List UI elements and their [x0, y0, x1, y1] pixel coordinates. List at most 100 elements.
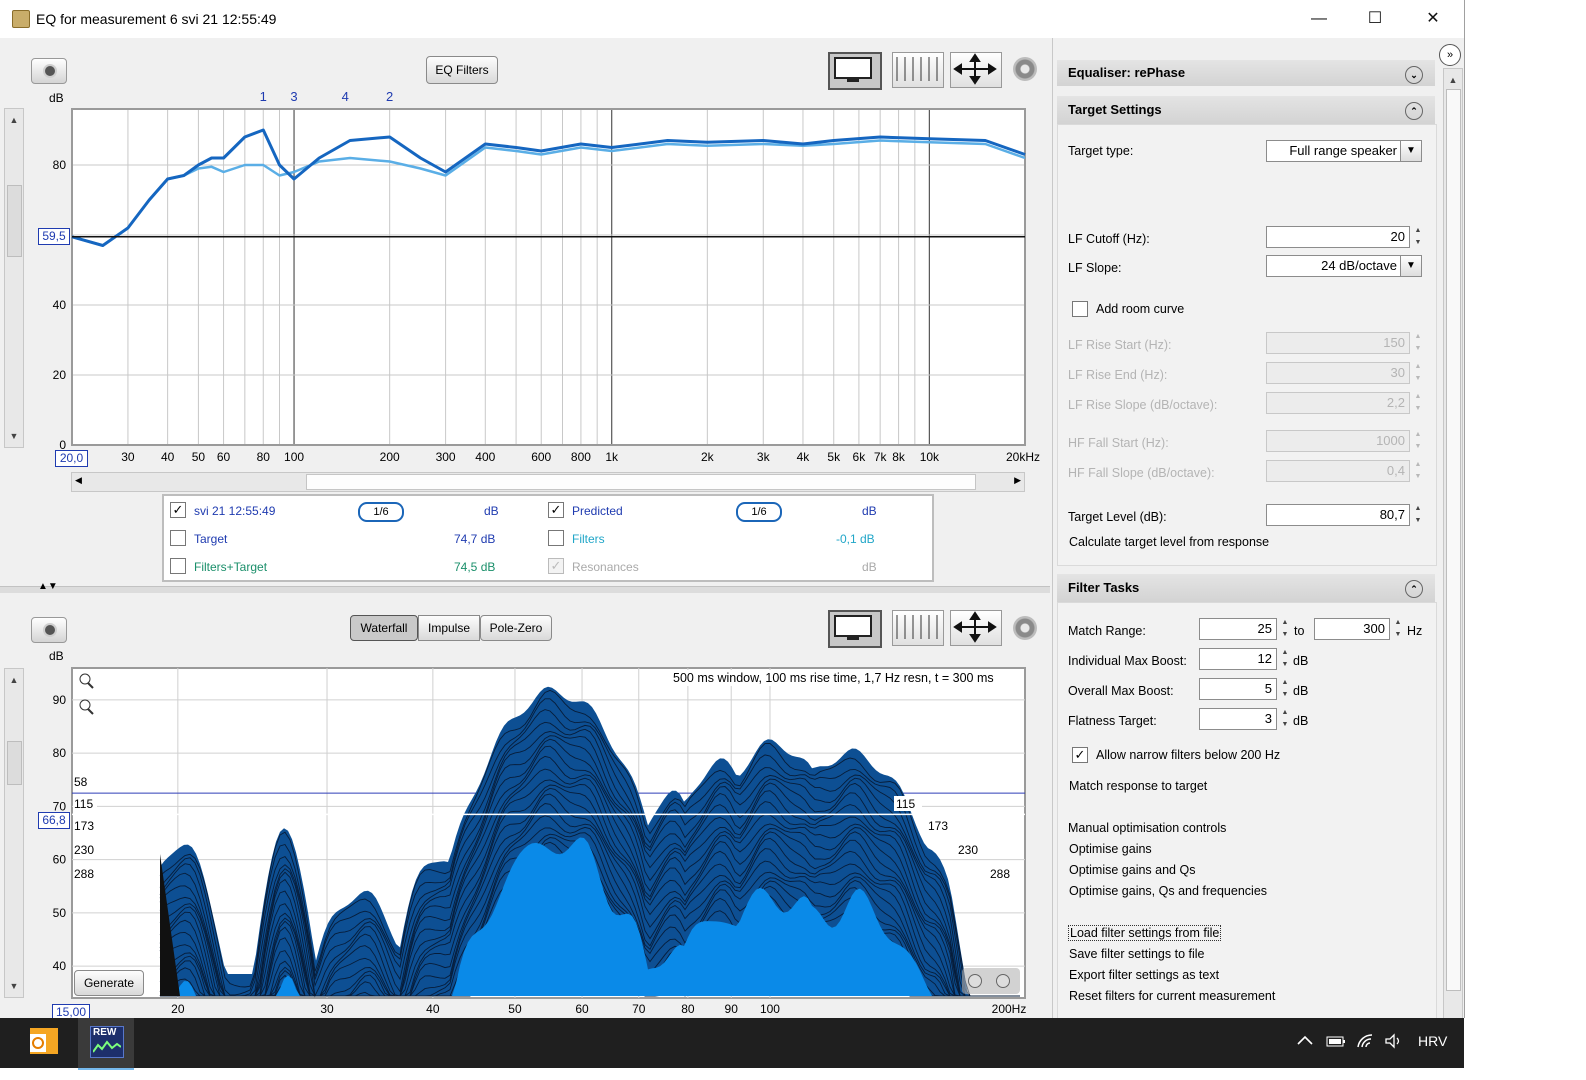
scroll-up-icon[interactable]: ▲: [1444, 71, 1462, 89]
gear-icon[interactable]: [1013, 57, 1037, 81]
tab-waterfall[interactable]: Waterfall: [350, 615, 418, 641]
pane-splitter[interactable]: [0, 586, 1050, 593]
measurement-smoothing-button[interactable]: 1/6: [358, 502, 404, 522]
dropdown-arrow-icon[interactable]: ▼: [1400, 141, 1421, 161]
zoom-fit-button-bottom[interactable]: [950, 610, 1002, 646]
zoom-out-icon[interactable]: [77, 698, 95, 716]
camera-icon[interactable]: [31, 58, 67, 84]
waterfall-zoom-controls[interactable]: [962, 968, 1020, 994]
rew-taskbar-button[interactable]: REW: [78, 1018, 134, 1070]
zoom-minus-icon[interactable]: [968, 974, 982, 988]
waterfall-y-unit: dB: [49, 649, 64, 663]
save-filter-settings-link[interactable]: Save filter settings to file: [1069, 947, 1204, 961]
scroll-down-icon[interactable]: ▼: [5, 977, 23, 995]
waterfall-ref-level-box[interactable]: 66,8: [38, 812, 70, 829]
top-hscroll[interactable]: ◀ ▶: [71, 472, 1025, 492]
match-response-link[interactable]: Match response to target: [1069, 779, 1207, 793]
panel-collapse-icon[interactable]: »: [1439, 44, 1461, 66]
gear-icon-bottom[interactable]: [1013, 616, 1037, 640]
scroll-thumb[interactable]: [1446, 89, 1461, 991]
individual-max-boost-label: Individual Max Boost:: [1068, 654, 1187, 668]
filter-tasks-header[interactable]: Filter Tasks ⌃: [1057, 574, 1435, 602]
top-ref-level-box[interactable]: 59,5: [38, 228, 70, 245]
reset-filters-link[interactable]: Reset filters for current measurement: [1069, 989, 1275, 1003]
match-range-from-spinner-icon[interactable]: ▲ ▼: [1279, 617, 1291, 641]
match-range-to-spinner-icon[interactable]: ▲ ▼: [1392, 617, 1404, 641]
tab-pole-zero[interactable]: Pole-Zero: [480, 615, 552, 641]
wf-right-tag: 115: [896, 797, 915, 811]
generate-button[interactable]: Generate: [74, 970, 144, 996]
target-level-spinner-icon[interactable]: ▲ ▼: [1412, 503, 1424, 527]
scroll-down-icon[interactable]: ▼: [5, 427, 23, 445]
legend-predicted-checkbox[interactable]: ✓: [548, 502, 564, 518]
collapse-icon[interactable]: ⌃: [1405, 102, 1423, 120]
waterfall-vscroll[interactable]: ▲ ▼: [4, 668, 24, 998]
waterfall-x-start-box[interactable]: 15,00: [52, 1004, 90, 1018]
top-x-tick-label: 400: [475, 450, 495, 464]
export-filter-settings-link[interactable]: Export filter settings as text: [1069, 968, 1219, 982]
eq-filters-button[interactable]: EQ Filters: [426, 56, 498, 84]
frequency-response-graph[interactable]: dB 80 60 40 200 1 3 4 2: [30, 84, 1050, 494]
optimise-gains-qs-freqs-link[interactable]: Optimise gains, Qs and frequencies: [1069, 884, 1267, 898]
legend-measurement-checkbox[interactable]: ✓: [170, 502, 186, 518]
zoom-plus-icon[interactable]: [996, 974, 1010, 988]
waterfall-graph[interactable]: dB 90 80 70 60 50 40 58 115 173 230 288 115 173 230 2…: [30, 644, 1050, 1018]
collapse-icon[interactable]: ⌃: [1405, 580, 1423, 598]
scroll-thumb[interactable]: [7, 741, 22, 785]
target-type-select[interactable]: Full range speaker ▼: [1266, 140, 1422, 162]
equaliser-header[interactable]: Equaliser: rePhase ⌄: [1057, 60, 1435, 86]
scroll-right-icon[interactable]: ▶: [1014, 475, 1021, 486]
match-range-from-input[interactable]: 25: [1199, 618, 1277, 640]
legend-target-checkbox[interactable]: [170, 530, 186, 546]
target-level-input[interactable]: 80,7: [1266, 504, 1410, 526]
zoom-in-icon[interactable]: [77, 672, 95, 690]
camera-icon-bottom[interactable]: [31, 617, 67, 643]
lf-cutoff-input[interactable]: 20: [1266, 226, 1410, 248]
add-room-curve-checkbox[interactable]: [1072, 301, 1088, 317]
language-indicator[interactable]: HRV: [1418, 1033, 1447, 1049]
dropdown-arrow-icon[interactable]: ▼: [1400, 256, 1421, 276]
lf-cutoff-spinner-icon[interactable]: ▲ ▼: [1412, 225, 1424, 249]
load-filter-settings-link[interactable]: Load filter settings from file: [1068, 925, 1222, 941]
optimise-gains-qs-link[interactable]: Optimise gains and Qs: [1069, 863, 1195, 877]
scroll-left-icon[interactable]: ◀: [75, 475, 82, 486]
tab-impulse[interactable]: Impulse: [418, 615, 480, 641]
close-button[interactable]: ✕: [1410, 0, 1456, 38]
top-x-start-box[interactable]: 20,0: [55, 450, 88, 467]
top-graph-vscroll[interactable]: ▲ ▼: [4, 108, 24, 448]
settings-vscroll[interactable]: ▲: [1443, 68, 1463, 1018]
calculate-target-level-link[interactable]: Calculate target level from response: [1069, 535, 1269, 549]
hscroll-thumb[interactable]: [306, 474, 976, 490]
spinner-icon[interactable]: ▲ ▼: [1279, 707, 1291, 731]
legend-filters-target-checkbox[interactable]: [170, 558, 186, 574]
wifi-icon[interactable]: [1356, 1033, 1376, 1052]
outlook-app-icon[interactable]: [24, 1024, 64, 1060]
flatness-target-input[interactable]: 3: [1199, 708, 1277, 730]
legend-filters-checkbox[interactable]: [548, 530, 564, 546]
speaker-volume-icon[interactable]: [1384, 1033, 1404, 1052]
manual-optimisation-link[interactable]: Manual optimisation controls: [1068, 821, 1226, 835]
split-layout-button[interactable]: [892, 52, 944, 88]
zoom-fit-button[interactable]: [950, 52, 1002, 88]
overall-max-boost-input[interactable]: 5: [1199, 678, 1277, 700]
allow-narrow-filters-checkbox[interactable]: ✓: [1072, 747, 1088, 763]
predicted-smoothing-button[interactable]: 1/6: [736, 502, 782, 522]
split-layout-button-bottom[interactable]: [892, 610, 944, 646]
maximize-button[interactable]: ☐: [1352, 0, 1398, 38]
single-graph-layout-button-bottom[interactable]: [828, 610, 882, 648]
battery-icon[interactable]: [1325, 1033, 1347, 1052]
scroll-up-icon[interactable]: ▲: [5, 671, 23, 689]
splitter-arrows-icon[interactable]: ▲▼: [38, 582, 58, 592]
spinner-icon[interactable]: ▲ ▼: [1279, 647, 1291, 671]
spinner-icon[interactable]: ▲ ▼: [1279, 677, 1291, 701]
optimise-gains-link[interactable]: Optimise gains: [1069, 842, 1152, 856]
match-range-to-input[interactable]: 300: [1314, 618, 1390, 640]
lf-slope-select[interactable]: 24 dB/octave ▼: [1266, 255, 1422, 277]
scroll-up-icon[interactable]: ▲: [5, 111, 23, 129]
scroll-thumb[interactable]: [7, 185, 22, 257]
expand-icon[interactable]: ⌄: [1405, 66, 1423, 84]
chevron-up-icon[interactable]: [1296, 1033, 1314, 1050]
individual-max-boost-input[interactable]: 12: [1199, 648, 1277, 670]
target-settings-header[interactable]: Target Settings ⌃: [1057, 96, 1435, 124]
minimize-button[interactable]: —: [1296, 0, 1342, 38]
